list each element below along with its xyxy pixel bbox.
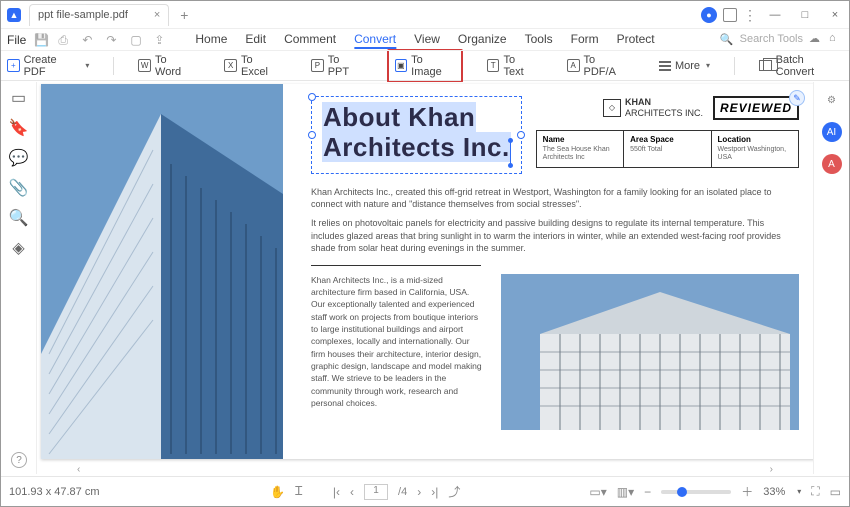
divider <box>311 265 481 266</box>
undo-icon[interactable]: ↶ <box>82 33 96 47</box>
secondary-image <box>501 274 799 430</box>
page-number-input[interactable]: 1 <box>364 484 388 500</box>
cursor-coords: 101.93 x 47.87 cm <box>1 486 141 498</box>
zoom-in-icon[interactable]: ＋ <box>741 483 753 500</box>
select-tool-icon[interactable]: Ꮖ <box>295 484 303 499</box>
zoom-slider[interactable] <box>661 490 731 494</box>
properties-icon[interactable]: ⚙ <box>822 90 842 110</box>
app-menu-icon[interactable]: ⋮ <box>743 7 757 24</box>
main-menu: Home Edit Comment Convert View Organize … <box>195 32 654 49</box>
print-icon[interactable]: ⎙ <box>58 33 72 47</box>
brand-logo: ◇ KHANARCHITECTS INC. <box>603 97 703 119</box>
cloud-icon[interactable]: ☁ <box>809 32 823 46</box>
document-title: About KhanArchitects Inc. <box>322 103 511 163</box>
user-avatar[interactable]: ● <box>701 7 717 23</box>
bookmark-icon[interactable]: ▢ <box>130 33 144 47</box>
jump-icon[interactable]: ⤴ <box>448 483 460 500</box>
menu-convert[interactable]: Convert <box>354 32 396 49</box>
paragraph-1: Khan Architects Inc., created this off-g… <box>311 186 799 211</box>
window-close[interactable]: × <box>823 5 847 25</box>
menu-protect[interactable]: Protect <box>617 32 655 49</box>
window-minimize[interactable]: — <box>763 5 787 25</box>
menu-home[interactable]: Home <box>195 32 227 49</box>
close-tab-icon[interactable]: × <box>154 9 160 21</box>
paragraph-3: Khan Architects Inc., is a mid-sized arc… <box>311 274 483 430</box>
page-total: /4 <box>398 486 407 498</box>
search-panel-icon[interactable]: 🔍 <box>11 210 27 226</box>
attachments-icon[interactable]: 📎 <box>11 180 27 196</box>
file-menu[interactable]: File <box>7 33 26 47</box>
to-text-button[interactable]: TTo Text <box>481 51 543 81</box>
help-icon[interactable]: ? <box>11 452 27 468</box>
pdf-page: ✎ About KhanArchitects Inc. ◇ KHAN <box>41 84 813 459</box>
to-word-button[interactable]: WTo Word <box>132 51 200 81</box>
prev-page-icon[interactable]: ‹ <box>350 485 354 499</box>
menu-view[interactable]: View <box>414 32 440 49</box>
zoom-out-icon[interactable]: − <box>644 485 651 499</box>
menu-tools[interactable]: Tools <box>525 32 553 49</box>
menu-organize[interactable]: Organize <box>458 32 507 49</box>
search-input[interactable]: Search Tools <box>740 33 803 45</box>
redo-icon[interactable]: ↷ <box>106 33 120 47</box>
more-button[interactable]: More▾ <box>653 57 716 75</box>
tab-title: ppt file-sample.pdf <box>38 9 128 21</box>
search-icon[interactable]: 🔍 <box>720 33 734 46</box>
edit-badge-icon[interactable]: ✎ <box>789 90 805 106</box>
ai-tools-icon[interactable]: A <box>822 154 842 174</box>
text-selection-box[interactable]: About KhanArchitects Inc. <box>311 96 522 174</box>
to-excel-button[interactable]: XTo Excel <box>218 51 287 81</box>
new-tab-button[interactable]: + <box>175 6 193 24</box>
left-sidebar: ▭ 🔖 💬 📎 🔍 ◈ <box>1 82 37 474</box>
menu-form[interactable]: Form <box>571 32 599 49</box>
right-sidebar: ⚙ AI A <box>813 82 849 474</box>
page-hero-image <box>41 84 283 459</box>
document-tab[interactable]: ppt file-sample.pdf × <box>29 4 169 26</box>
reviewed-stamp: REVIEWED <box>713 96 799 120</box>
view-mode-icon[interactable]: ▥▾ <box>617 485 634 499</box>
save-icon[interactable]: 💾 <box>34 33 48 47</box>
next-page-icon[interactable]: › <box>417 485 421 499</box>
first-page-icon[interactable]: |‹ <box>333 485 340 499</box>
to-image-button[interactable]: ▣To Image <box>387 49 463 83</box>
window-maximize[interactable]: □ <box>793 5 817 25</box>
menu-edit[interactable]: Edit <box>245 32 266 49</box>
fit-options-icon[interactable]: ▭▾ <box>589 485 606 499</box>
menu-comment[interactable]: Comment <box>284 32 336 49</box>
to-ppt-button[interactable]: PTo PPT <box>305 51 368 81</box>
feedback-icon[interactable] <box>723 8 737 22</box>
status-bar: 101.93 x 47.87 cm ✋ Ꮖ |‹ ‹ 1 /4 › ›| ⤴ ▭… <box>1 476 849 506</box>
info-table: NameThe Sea House Khan Architects Inc Ar… <box>536 130 799 168</box>
read-mode-icon[interactable]: ▭ <box>830 485 841 499</box>
create-pdf-button[interactable]: +Create PDF▾ <box>1 51 95 81</box>
fit-page-icon[interactable]: ⛶ <box>811 484 819 499</box>
layers-icon[interactable]: ◈ <box>11 240 27 256</box>
app-icon: ▲ <box>7 8 21 22</box>
horizontal-scrollbar[interactable]: ‹› <box>73 464 777 474</box>
to-pdfa-button[interactable]: ATo PDF/A <box>561 51 635 81</box>
paragraph-2: It relies on photovoltaic panels for ele… <box>311 217 799 255</box>
comments-icon[interactable]: 💬 <box>11 150 27 166</box>
zoom-value: 33% <box>763 486 785 498</box>
share-icon[interactable]: ⇪ <box>154 33 168 47</box>
batch-convert-button[interactable]: Batch Convert <box>753 51 849 81</box>
ai-assistant-icon[interactable]: AI <box>822 122 842 142</box>
hand-tool-icon[interactable]: ✋ <box>270 485 285 499</box>
last-page-icon[interactable]: ›| <box>431 485 438 499</box>
bookmarks-icon[interactable]: 🔖 <box>11 120 27 136</box>
home-icon[interactable]: ⌂ <box>829 32 843 46</box>
document-canvas[interactable]: ✎ About KhanArchitects Inc. ◇ KHAN <box>37 82 813 474</box>
convert-toolbar: +Create PDF▾ WTo Word XTo Excel PTo PPT … <box>1 51 849 81</box>
thumbnails-icon[interactable]: ▭ <box>11 90 27 106</box>
